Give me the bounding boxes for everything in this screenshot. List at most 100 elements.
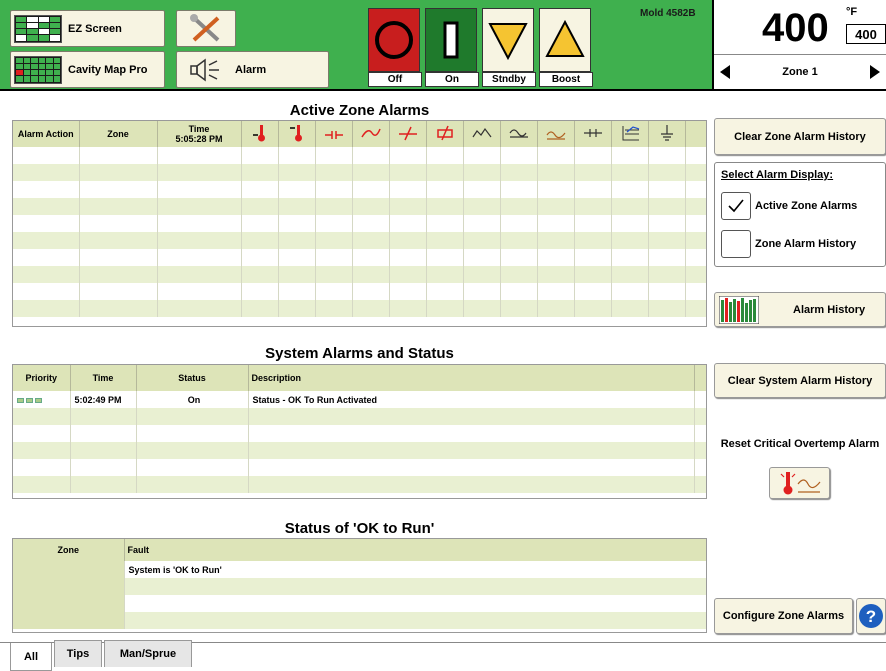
active-alarm-cell [537, 198, 575, 215]
alarm-button[interactable]: Alarm [176, 51, 329, 88]
critical-overtemp-icon[interactable] [537, 121, 575, 147]
high-temp-icon[interactable] [241, 121, 279, 147]
tools-button[interactable] [176, 10, 236, 47]
tab-man-sprue[interactable]: Man/Sprue [104, 640, 192, 667]
on-label: On [425, 72, 479, 87]
tab-tips[interactable]: Tips [54, 640, 102, 667]
heater-open-icon[interactable] [426, 121, 464, 147]
system-row-time: 5:02:49 PM [70, 391, 137, 408]
on-button[interactable]: On [425, 8, 479, 88]
col-ok-zone: Zone [13, 539, 125, 561]
active-alarm-cell [241, 181, 279, 198]
active-alarm-cell [389, 249, 427, 266]
reversed-thermocouple-icon[interactable] [352, 121, 390, 147]
active-alarm-cell [648, 164, 686, 181]
active-alarm-cell [157, 300, 242, 317]
active-alarm-cell [157, 283, 242, 300]
system-row-description: Status - OK To Run Activated [248, 391, 695, 408]
temperature-setpoint[interactable]: 400 [846, 24, 886, 44]
active-alarm-cell [611, 283, 649, 300]
system-empty-row [13, 425, 706, 442]
active-alarm-cell [611, 300, 649, 317]
zone-alarm-history-option[interactable]: Zone Alarm History [721, 229, 885, 259]
power-on-icon [443, 21, 459, 59]
ez-screen-icon [14, 14, 62, 43]
active-alarm-cell [426, 283, 464, 300]
active-alarm-cell [79, 266, 158, 283]
on-symbol [425, 8, 477, 72]
active-alarm-row [13, 181, 706, 198]
active-alarm-row [13, 164, 706, 181]
active-alarm-cell [648, 266, 686, 283]
active-alarm-cell [611, 266, 649, 283]
col-status: Status [136, 365, 249, 391]
active-alarm-cell [500, 147, 538, 164]
ez-screen-button[interactable]: EZ Screen [10, 10, 165, 47]
ground-fault-icon[interactable] [500, 121, 538, 147]
active-alarm-cell [241, 283, 279, 300]
active-alarm-cell [241, 164, 279, 181]
overtemp-icon[interactable] [278, 121, 316, 147]
active-alarm-cell [537, 147, 575, 164]
active-alarm-cell [278, 249, 316, 266]
active-alarm-cell [574, 198, 612, 215]
active-alarm-cell [79, 198, 158, 215]
arrow-left-icon[interactable] [714, 64, 736, 80]
active-alarm-cell [426, 198, 464, 215]
reset-critical-overtemp-button[interactable] [769, 467, 830, 499]
heater-short-icon[interactable] [574, 121, 612, 147]
tab-all[interactable]: All [10, 643, 52, 671]
history-checkbox[interactable] [721, 230, 751, 258]
active-alarm-cell [352, 283, 390, 300]
clear-system-alarm-history-button[interactable]: Clear System Alarm History [714, 363, 886, 398]
ground-icon[interactable] [648, 121, 686, 147]
priority-indicator [13, 391, 71, 408]
open-thermocouple-icon[interactable] [315, 121, 353, 147]
active-zone-alarms-option[interactable]: Active Zone Alarms [721, 191, 885, 221]
active-alarm-cell [500, 232, 538, 249]
col-spacer [685, 121, 706, 147]
standby-button[interactable]: Stndby [482, 8, 536, 88]
system-empty-row [13, 408, 706, 425]
active-alarms-table: Alarm Action Zone Time 5:05:28 PM [12, 120, 707, 327]
help-button[interactable]: ? [856, 598, 886, 634]
active-checkbox[interactable] [721, 192, 751, 220]
clear-zone-alarm-history-button[interactable]: Clear Zone Alarm History [714, 118, 886, 155]
active-alarm-cell [426, 232, 464, 249]
configure-zone-alarms-button[interactable]: Configure Zone Alarms [714, 598, 853, 634]
off-button[interactable]: Off [368, 8, 422, 88]
active-alarm-cell [463, 164, 501, 181]
active-alarm-cell [426, 266, 464, 283]
cavity-map-button[interactable]: Cavity Map Pro [10, 51, 165, 88]
shorted-thermocouple-icon[interactable] [389, 121, 427, 147]
active-alarm-cell [352, 181, 390, 198]
system-alarms-table: Priority Time Status Description 5:02:49… [12, 364, 707, 499]
active-alarm-cell [574, 232, 612, 249]
arrow-right-icon[interactable] [864, 64, 886, 80]
boost-symbol [539, 8, 591, 72]
select-alarm-display-label: Select Alarm Display: [721, 169, 834, 181]
active-alarm-cell [537, 266, 575, 283]
boost-button[interactable]: Boost [539, 8, 593, 88]
active-alarm-cell [79, 164, 158, 181]
active-alarm-cell [79, 215, 158, 232]
active-alarm-cell [13, 300, 80, 317]
zone-chart-icon[interactable] [611, 121, 649, 147]
active-alarm-cell [463, 232, 501, 249]
active-alarm-cell [241, 266, 279, 283]
active-alarm-cell [463, 215, 501, 232]
ok-empty-row [13, 612, 706, 629]
system-row[interactable]: 5:02:49 PM On Status - OK To Run Activat… [13, 391, 706, 408]
system-empty-row [13, 476, 706, 493]
active-alarm-cell [315, 198, 353, 215]
deviation-icon[interactable] [463, 121, 501, 147]
active-alarm-cell [389, 198, 427, 215]
reset-critical-overtemp-label: Reset Critical Overtemp Alarm [720, 438, 880, 450]
alarm-history-button[interactable]: Alarm History [714, 292, 886, 327]
active-alarm-cell [315, 300, 353, 317]
active-alarm-cell [685, 181, 706, 198]
active-alarm-cell [315, 249, 353, 266]
active-alarm-cell [648, 300, 686, 317]
active-alarm-cell [500, 215, 538, 232]
zone-selector[interactable]: Zone 1 [714, 54, 886, 88]
